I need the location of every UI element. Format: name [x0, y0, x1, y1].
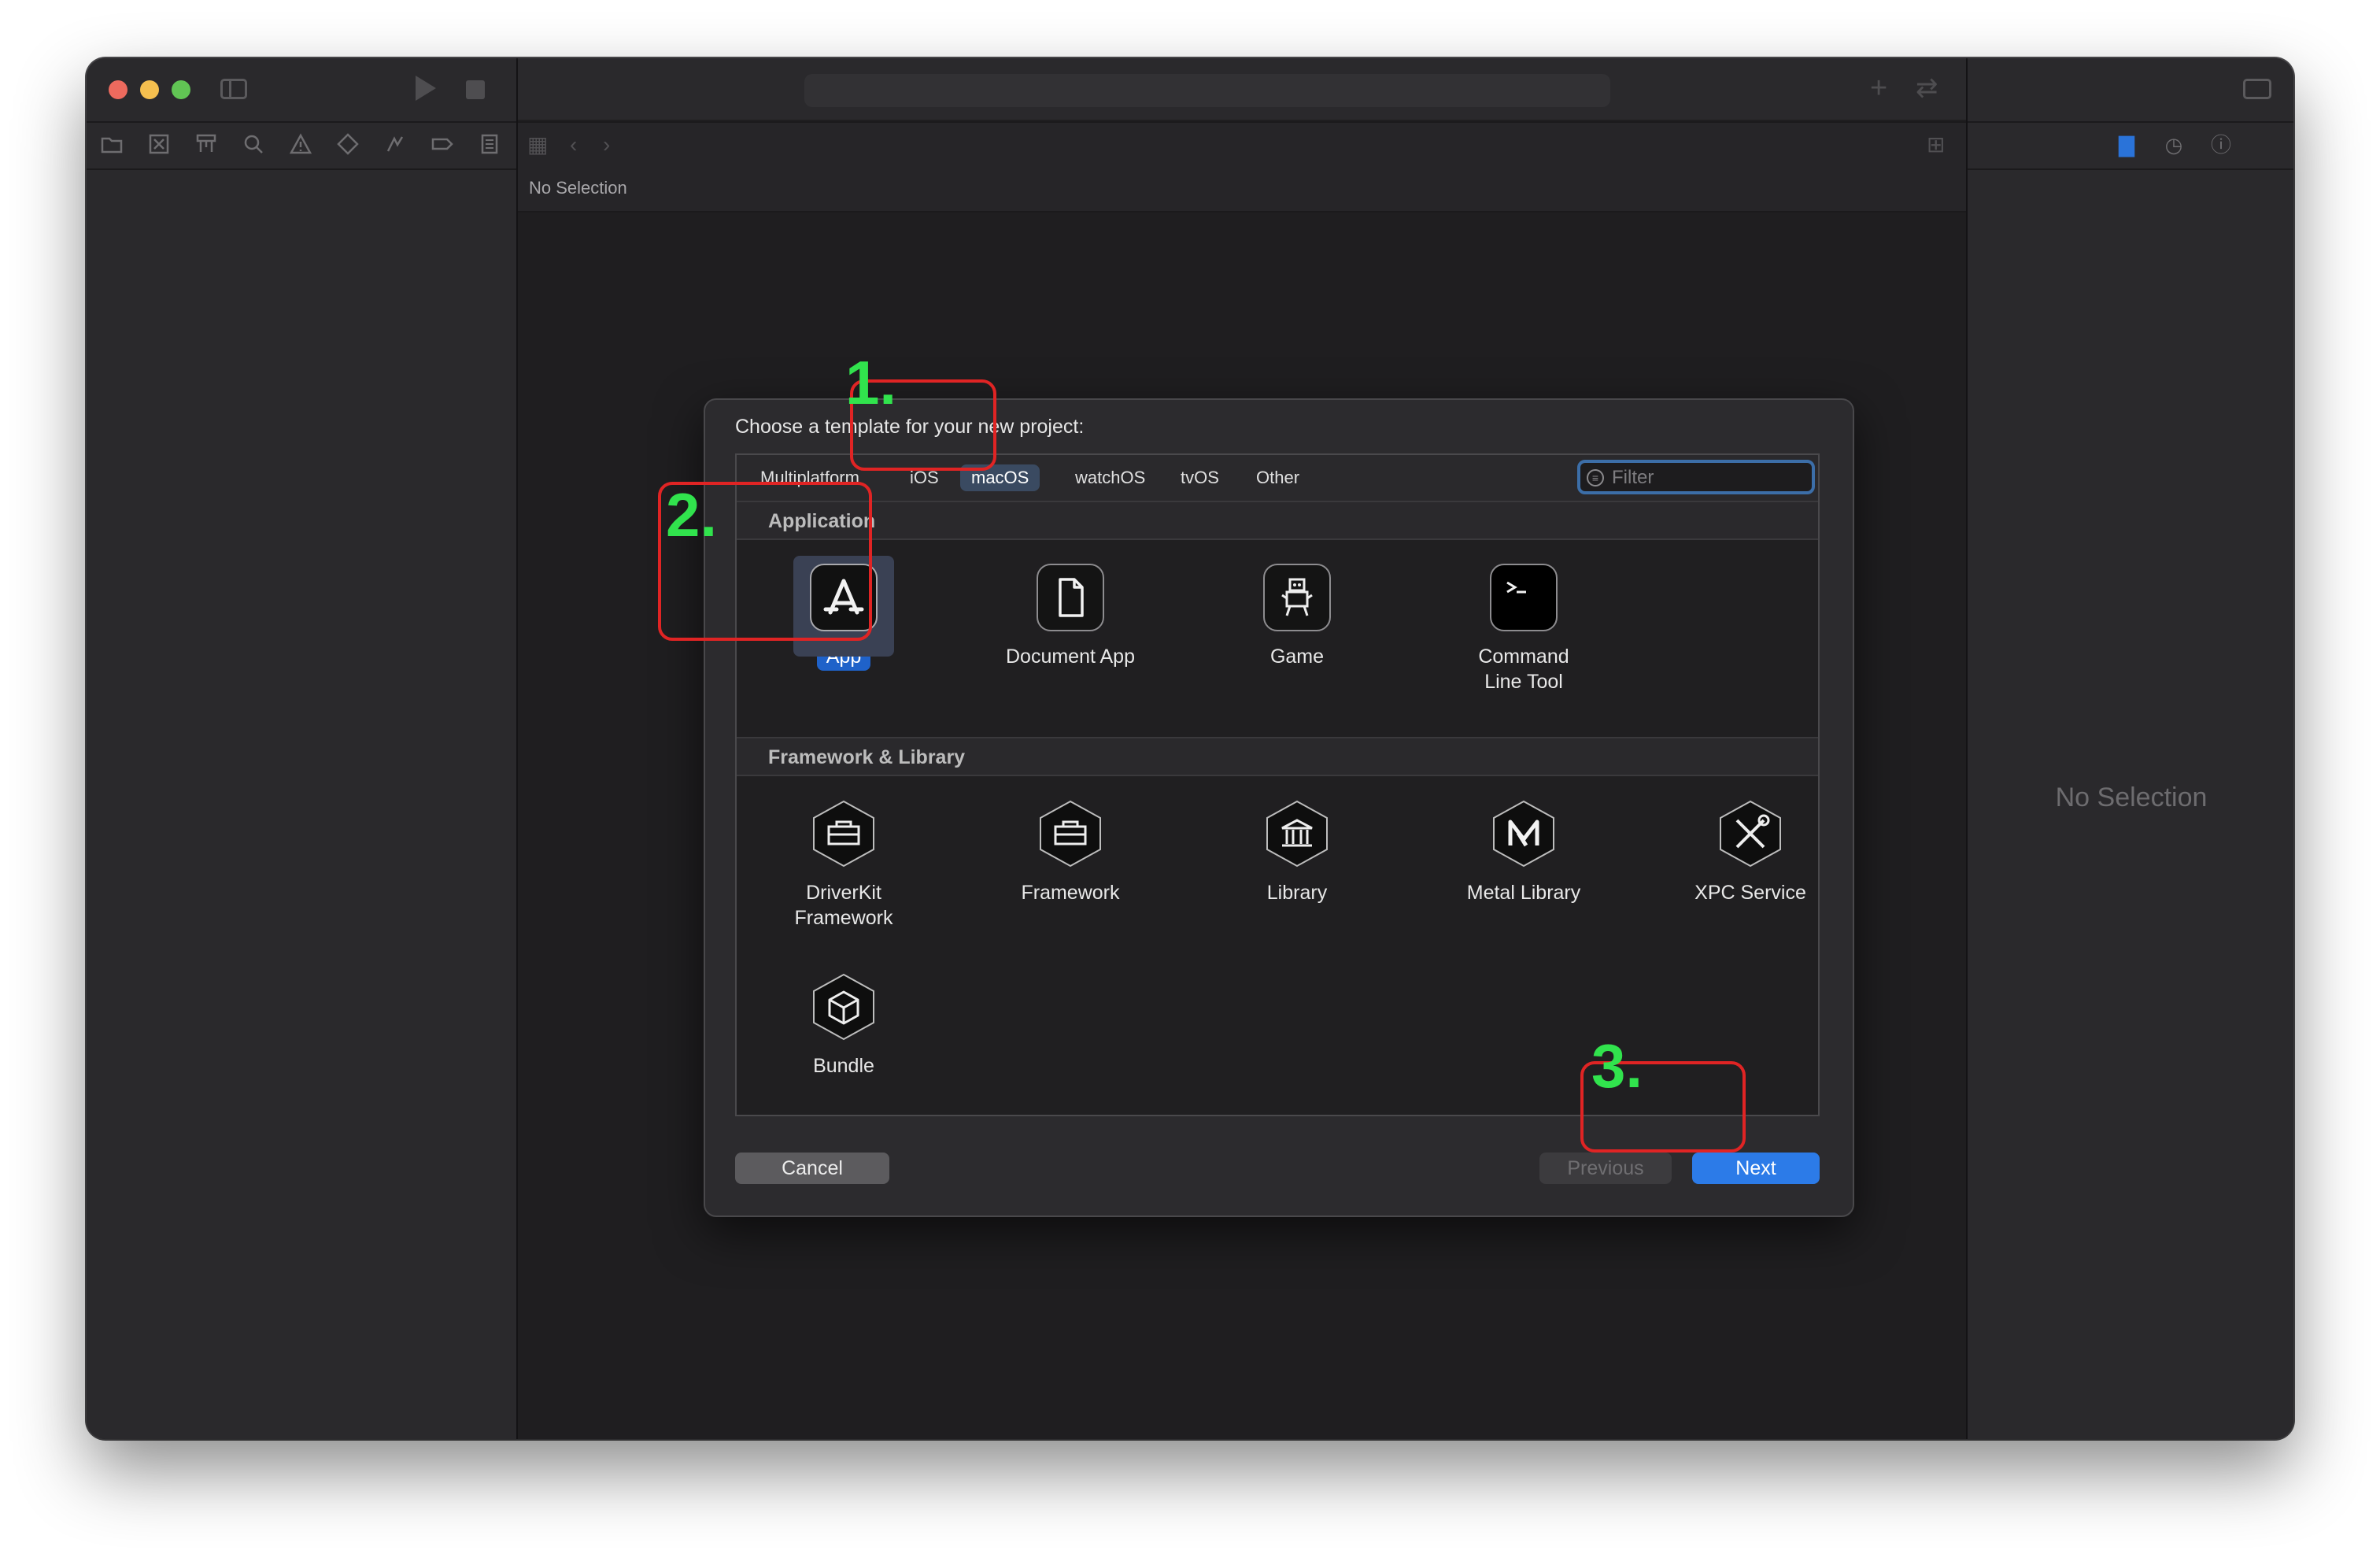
stop-icon[interactable] — [466, 80, 485, 99]
toolbox-icon — [1037, 800, 1104, 868]
navigator-tabs — [87, 121, 516, 170]
building-columns-icon — [1263, 800, 1331, 868]
debug-icon[interactable] — [382, 132, 408, 157]
template-label: Metal Library — [1466, 882, 1581, 904]
navigator-sidebar — [87, 58, 516, 1439]
template-command-line-tool[interactable]: Command Line Tool — [1429, 564, 1618, 694]
zoom-window-button[interactable] — [172, 80, 190, 99]
metal-m-icon — [1490, 800, 1558, 868]
wrench-screwdriver-icon — [1717, 800, 1784, 868]
grid-icon[interactable]: ▦ — [527, 132, 548, 157]
inspector-panel: ▇ ◷ ⓘ No Selection — [1966, 58, 2293, 1439]
template-label: Bundle — [813, 1055, 874, 1077]
history-icon[interactable]: ◷ — [2161, 132, 2186, 157]
source-control-icon[interactable] — [146, 132, 172, 157]
jump-bar: No Selection — [518, 167, 1966, 213]
file-inspector-icon[interactable]: ▇ — [2114, 132, 2139, 157]
breakpoint-icon[interactable] — [430, 132, 455, 157]
template-xpc-service[interactable]: XPC Service — [1656, 800, 1845, 905]
filter-icon: ≡ — [1587, 469, 1604, 487]
game-robot-icon — [1263, 564, 1331, 631]
tab-other[interactable]: Other — [1245, 464, 1310, 491]
section-header-framework-library: Framework & Library — [737, 737, 1818, 776]
section-header-application: Application — [737, 501, 1818, 540]
sidebar-toggle-icon[interactable] — [220, 79, 247, 99]
xcode-window: + ⇄ ▦ ‹ › ⊞ No Selection ▇ ◷ ⓘ No Select… — [87, 58, 2293, 1439]
toolbox-icon — [810, 800, 878, 868]
warning-icon[interactable] — [288, 132, 313, 157]
template-panel: Multiplatform iOS macOS watchOS tvOS Oth… — [735, 453, 1820, 1116]
annotation-number-2: 2. — [666, 480, 718, 549]
template-metal-library[interactable]: Metal Library — [1429, 800, 1618, 905]
tab-watchos[interactable]: watchOS — [1064, 464, 1156, 491]
document-icon — [1037, 564, 1104, 631]
previous-button[interactable]: Previous — [1539, 1153, 1672, 1184]
split-editor-icon[interactable]: ⊞ — [1927, 132, 1945, 157]
forward-chevron-icon[interactable]: › — [603, 132, 610, 157]
window-titlebar-left — [87, 58, 516, 120]
code-review-icon[interactable]: ⇄ — [1916, 72, 1938, 104]
tab-tvos[interactable]: tvOS — [1170, 464, 1230, 491]
template-label: Framework — [1021, 882, 1120, 904]
test-diamond-icon[interactable] — [335, 132, 360, 157]
back-chevron-icon[interactable]: ‹ — [570, 132, 577, 157]
report-icon[interactable] — [477, 132, 502, 157]
filter-placeholder: Filter — [1612, 467, 1654, 488]
close-window-button[interactable] — [109, 80, 128, 99]
filter-field[interactable]: ≡ Filter — [1577, 460, 1815, 494]
folder-icon[interactable] — [99, 132, 124, 157]
template-driverkit-framework[interactable]: DriverKit Framework — [749, 800, 938, 931]
search-icon[interactable] — [241, 132, 266, 157]
template-label: XPC Service — [1694, 882, 1806, 904]
activity-view — [804, 74, 1610, 107]
main-toolbar: + ⇄ — [416, 58, 1966, 120]
template-label: Library — [1266, 882, 1328, 904]
inspector-toggle-icon[interactable] — [2243, 79, 2271, 99]
template-label: Document App — [1006, 646, 1135, 668]
cancel-button[interactable]: Cancel — [735, 1153, 889, 1184]
next-button[interactable]: Next — [1692, 1153, 1820, 1184]
template-label: Command Line Tool — [1478, 646, 1569, 693]
template-label: DriverKit Framework — [794, 882, 893, 929]
annotation-number-3: 3. — [1591, 1031, 1643, 1101]
cube-icon — [810, 973, 878, 1041]
template-library[interactable]: Library — [1203, 800, 1391, 905]
template-document-app[interactable]: Document App — [976, 564, 1165, 669]
terminal-icon — [1490, 564, 1558, 631]
template-framework[interactable]: Framework — [976, 800, 1165, 905]
inspector-titlebar — [1968, 58, 2293, 120]
editor-path-label: No Selection — [529, 178, 627, 198]
minimize-window-button[interactable] — [140, 80, 159, 99]
inspector-tabs: ▇ ◷ ⓘ — [1968, 121, 2293, 170]
template-bundle[interactable]: Bundle — [749, 973, 938, 1079]
template-label: Game — [1269, 646, 1325, 668]
symbol-navigator-icon[interactable] — [194, 132, 219, 157]
add-library-icon[interactable]: + — [1870, 72, 1887, 104]
run-icon[interactable] — [416, 76, 436, 101]
help-icon[interactable]: ⓘ — [2208, 132, 2234, 157]
template-game[interactable]: Game — [1203, 564, 1391, 669]
annotation-number-1: 1. — [845, 348, 897, 417]
section-title: Framework & Library — [768, 746, 966, 768]
inspector-empty-label: No Selection — [2055, 783, 2208, 812]
editor-tab-bar: ▦ ‹ › ⊞ — [518, 121, 1966, 168]
